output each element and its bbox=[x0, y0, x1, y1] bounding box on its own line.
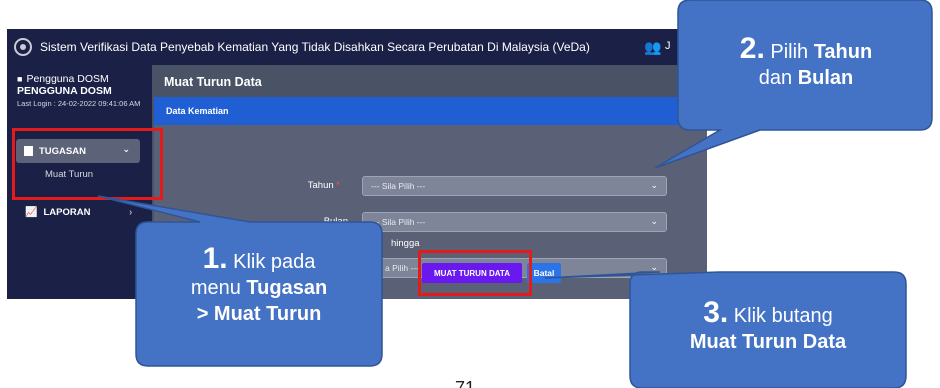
callout-1-text: 1. Klik pada menu Tugasan > Muat Turun bbox=[190, 242, 328, 326]
chevron-down-icon: ⌄ bbox=[650, 216, 658, 226]
sidebar-item-label: LAPORAN bbox=[43, 207, 91, 218]
user-name: PENGGUNA DOSM bbox=[17, 85, 112, 97]
callout-2-text: 2. Pilih Tahun dan Bulan bbox=[739, 32, 873, 90]
highlight-tugasan bbox=[12, 128, 163, 200]
tahun-select-value: --- Sila Pilih --- bbox=[371, 181, 426, 191]
page-number: 71 bbox=[455, 378, 476, 388]
panel-header: Data Kematian bbox=[154, 97, 707, 125]
batal-button[interactable]: Batal bbox=[527, 263, 561, 283]
circle-logo-icon bbox=[14, 38, 32, 56]
last-login: Last Login : 24-02-2022 09:41:06 AM bbox=[17, 99, 141, 108]
chevron-down-icon: ⌄ bbox=[650, 262, 658, 272]
app-title: Sistem Verifikasi Data Penyebab Kematian… bbox=[40, 40, 590, 54]
user-label: Pengguna DOSM bbox=[26, 73, 109, 85]
sidebar-user-info: ■ Pengguna DOSM PENGGUNA DOSM Last Login… bbox=[7, 65, 152, 110]
tahun-select[interactable]: --- Sila Pilih --- ⌄ bbox=[362, 176, 667, 196]
required-mark: * bbox=[336, 180, 340, 191]
callout-3-text: 3. Klik butang Muat Turun Data bbox=[689, 296, 847, 354]
users-icon[interactable]: 👥 bbox=[644, 39, 661, 55]
chevron-down-icon: ⌄ bbox=[650, 180, 658, 190]
sidebar-item-laporan[interactable]: 📈 LAPORAN › bbox=[25, 207, 132, 218]
chevron-right-icon: › bbox=[129, 207, 133, 218]
bulan-label: Bulan bbox=[323, 216, 348, 227]
bulan-to-value: a Pilih --- bbox=[385, 263, 420, 273]
tahun-label: Tahun * bbox=[307, 180, 340, 191]
person-icon: ■ bbox=[17, 74, 23, 84]
page-title: Muat Turun Data bbox=[164, 75, 262, 89]
bulan-from-value: --- Sila Pilih --- bbox=[371, 217, 426, 227]
chart-icon: 📈 bbox=[25, 207, 38, 218]
highlight-muat-turun-button bbox=[418, 250, 532, 296]
tutorial-slide: Sistem Verifikasi Data Penyebab Kematian… bbox=[0, 0, 940, 388]
hingga-label: hingga bbox=[391, 238, 420, 249]
top-bar: Sistem Verifikasi Data Penyebab Kematian… bbox=[7, 29, 707, 65]
bulan-from-select[interactable]: --- Sila Pilih --- ⌄ bbox=[362, 212, 667, 232]
user-initial[interactable]: J bbox=[665, 40, 671, 52]
